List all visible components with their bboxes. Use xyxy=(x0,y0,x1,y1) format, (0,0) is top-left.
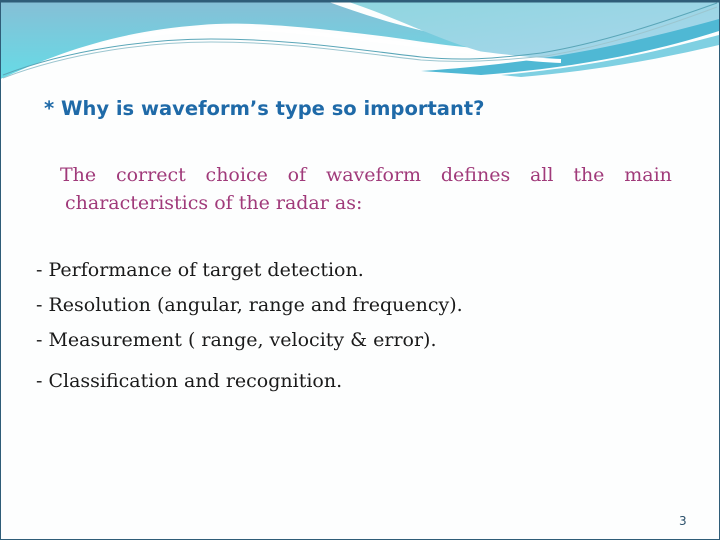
bullet-item: - Measurement ( range, velocity & error)… xyxy=(36,329,437,351)
slide-title: * Why is waveform’s type so important? xyxy=(44,97,485,120)
bullet-item: - Classification and recognition. xyxy=(36,370,343,392)
intro-line-1: The correct choice of waveform defines a… xyxy=(60,161,672,189)
intro-word: correct xyxy=(115,164,186,186)
bullet-item: - Resolution (angular, range and frequen… xyxy=(36,294,463,316)
intro-word: of xyxy=(287,164,307,186)
intro-word: all xyxy=(530,164,554,186)
intro-line-2: characteristics of the radar as: xyxy=(65,192,363,214)
intro-word: waveform xyxy=(325,164,422,186)
intro-word: defines xyxy=(440,164,511,186)
intro-word: main xyxy=(624,164,672,186)
intro-word: The xyxy=(60,164,97,186)
intro-word: choice xyxy=(205,164,268,186)
intro-paragraph: The correct choice of waveform defines a… xyxy=(60,161,672,217)
header-wave-decoration xyxy=(1,1,719,83)
page-number: 3 xyxy=(679,514,687,528)
slide: * Why is waveform’s type so important? T… xyxy=(0,0,720,540)
intro-word: the xyxy=(573,164,605,186)
bullet-item: - Performance of target detection. xyxy=(36,259,364,281)
